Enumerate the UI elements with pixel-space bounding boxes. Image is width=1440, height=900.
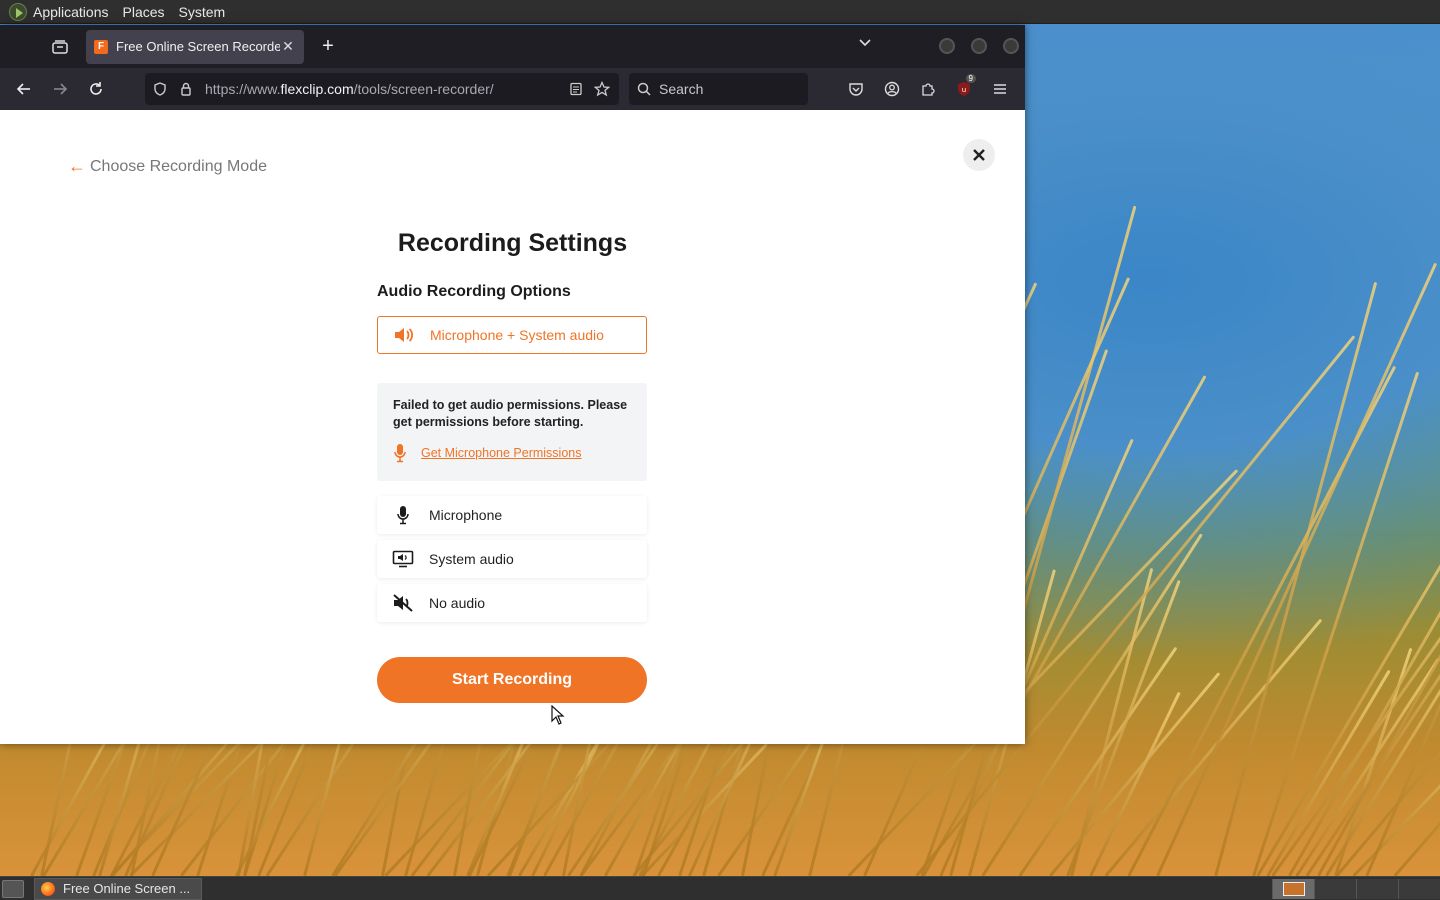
url-domain: flexclip.com (280, 81, 354, 97)
search-placeholder: Search (659, 81, 704, 97)
maximize-button[interactable] (971, 38, 987, 54)
tab-bar: F Free Online Screen Recorder ✕ + (0, 25, 1025, 68)
grass-blade (1018, 646, 1178, 876)
page-title: Recording Settings (397, 229, 628, 257)
choose-recording-mode-link[interactable]: ← Choose Recording Mode (68, 156, 267, 177)
monitor-audio-icon (377, 550, 429, 568)
permission-message: Failed to get audio permissions. Please … (393, 398, 628, 429)
navigation-toolbar: https://www.flexclip.com/tools/screen-re… (0, 68, 1025, 110)
toolbar-icons: u 9 (838, 74, 1018, 104)
tab-screen-recorder[interactable]: F Free Online Screen Recorder ✕ (86, 29, 304, 64)
close-icon (973, 149, 985, 161)
reload-icon (90, 82, 102, 95)
window-controls (923, 38, 1019, 54)
option-no-audio[interactable]: No audio (377, 584, 647, 622)
ublock-shield-icon: u (958, 82, 970, 96)
option-label: Microphone (429, 507, 503, 523)
start-recording-button[interactable]: Start Recording (377, 657, 647, 703)
lock-icon[interactable] (173, 82, 199, 96)
url-path: /tools/screen-recorder/ (353, 81, 494, 97)
close-window-button[interactable] (1003, 38, 1019, 54)
permission-warning: Failed to get audio permissions. Please … (377, 383, 647, 481)
search-bar[interactable]: Search (629, 73, 808, 105)
url-prefix: https://www. (205, 81, 281, 97)
workspace-4[interactable] (1398, 879, 1440, 899)
back-button[interactable] (6, 73, 42, 105)
bottom-panel: Free Online Screen ... (0, 876, 1440, 900)
search-icon (629, 82, 659, 96)
svg-text:u: u (962, 86, 966, 94)
option-system-audio[interactable]: System audio (377, 540, 647, 578)
option-label: No audio (429, 595, 486, 611)
mute-icon (377, 594, 429, 612)
distro-logo-icon[interactable] (9, 2, 27, 21)
forward-button[interactable] (42, 73, 78, 105)
audio-options-label: Audio Recording Options (377, 283, 571, 300)
recording-settings-page: ← Choose Recording Mode Recording Settin… (0, 110, 1025, 744)
option-microphone[interactable]: Microphone (377, 496, 647, 534)
back-arrow-icon: ← (68, 156, 86, 176)
menu-applications[interactable]: Applications (33, 4, 109, 20)
hamburger-menu-icon (994, 84, 1006, 94)
extensions-button[interactable] (910, 74, 946, 104)
grass-blade (1252, 371, 1420, 876)
url-text[interactable]: https://www.flexclip.com/tools/screen-re… (205, 81, 563, 97)
pocket-icon (849, 83, 863, 96)
workspace-switcher (1272, 879, 1440, 899)
speaker-icon (378, 326, 430, 344)
option-label: System audio (429, 551, 514, 567)
browser-window: F Free Online Screen Recorder ✕ + https:… (0, 25, 1025, 744)
list-all-tabs-icon[interactable] (858, 36, 872, 55)
show-desktop-icon[interactable] (2, 879, 24, 898)
option-microphone-system-audio[interactable]: Microphone + System audio (377, 316, 647, 354)
ublock-extension-button[interactable]: u 9 (946, 74, 982, 104)
microphone-icon (394, 444, 406, 463)
account-button[interactable] (874, 74, 910, 104)
app-menu-button[interactable] (982, 74, 1018, 104)
grass-blade (1365, 284, 1440, 876)
back-link-label: Choose Recording Mode (90, 157, 267, 175)
account-icon (884, 81, 900, 97)
tab-manager-icon (52, 39, 68, 54)
pocket-button[interactable] (838, 74, 874, 104)
back-arrow-icon (16, 83, 30, 95)
workspace-2[interactable] (1314, 879, 1356, 899)
puzzle-icon (922, 83, 935, 96)
minimize-button[interactable] (939, 38, 955, 54)
top-panel: Applications Places System (0, 0, 1440, 24)
reload-button[interactable] (78, 73, 114, 105)
menu-system[interactable]: System (179, 4, 226, 20)
workspace-window-thumb (1282, 882, 1305, 896)
permission-link-label: Get Microphone Permissions (421, 446, 582, 460)
taskbar-window-button[interactable]: Free Online Screen ... (34, 877, 202, 900)
tracking-protection-shield-icon[interactable] (147, 82, 173, 96)
tab-title: Free Online Screen Recorder (116, 39, 280, 54)
extension-badge: 9 (965, 74, 976, 83)
get-microphone-permissions-link[interactable]: Get Microphone Permissions (393, 443, 631, 463)
tab-close-icon[interactable]: ✕ (280, 38, 296, 55)
mouse-cursor-icon (551, 705, 565, 725)
workspace-1[interactable] (1272, 879, 1314, 899)
grass-blade (1335, 351, 1440, 876)
tab-manager-button[interactable] (42, 32, 78, 62)
firefox-icon (41, 881, 55, 896)
taskbar-window-title: Free Online Screen ... (63, 881, 191, 896)
flexclip-favicon-icon: F (94, 39, 108, 54)
grass-blade (1155, 262, 1437, 876)
bookmark-star-icon[interactable] (589, 81, 615, 97)
close-modal-button[interactable] (963, 139, 995, 171)
reader-view-icon[interactable] (563, 82, 589, 96)
new-tab-button[interactable]: + (316, 35, 340, 58)
microphone-icon (377, 505, 429, 525)
option-label: Microphone + System audio (430, 327, 604, 343)
workspace-3[interactable] (1356, 879, 1398, 899)
url-bar[interactable]: https://www.flexclip.com/tools/screen-re… (145, 73, 619, 105)
forward-arrow-icon (54, 83, 68, 95)
menu-places[interactable]: Places (123, 4, 165, 20)
